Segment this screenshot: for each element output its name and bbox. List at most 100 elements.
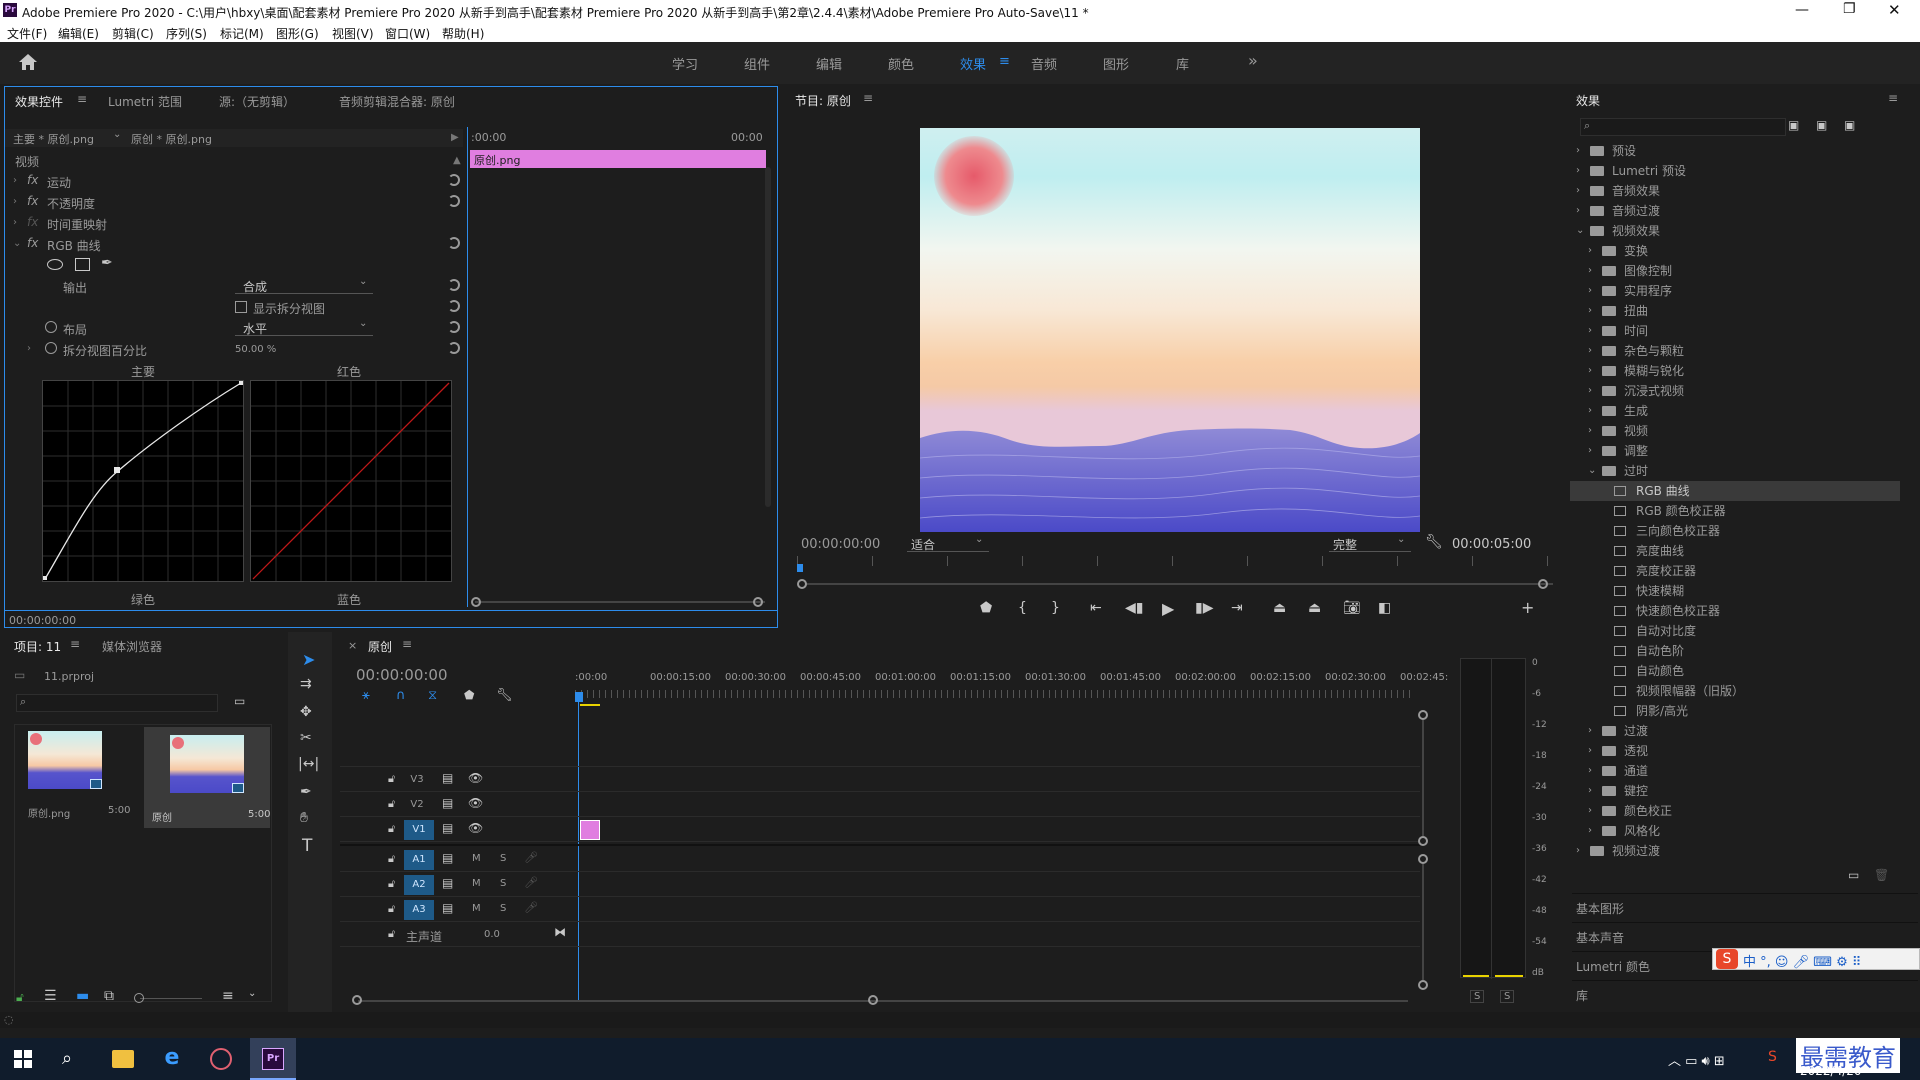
ellipse-mask-icon[interactable]	[47, 259, 63, 270]
scroll-handle-icon[interactable]	[1418, 836, 1428, 846]
effects-folder[interactable]: › 风格化	[1570, 821, 1900, 841]
lock-icon[interactable]: 🔓︎	[388, 772, 395, 786]
camera-icon[interactable]: 📷︎	[1343, 600, 1361, 616]
expand-opacity-icon[interactable]: ›	[13, 196, 17, 207]
split-pct-value[interactable]: 50.00 %	[235, 344, 276, 355]
program-playhead-ruler[interactable]	[797, 556, 1553, 566]
lock-icon[interactable]: 🔓︎	[388, 927, 395, 941]
tab-source[interactable]: 源:（无剪辑）	[219, 93, 295, 110]
lock-icon[interactable]: 🔓︎	[388, 902, 395, 916]
snap-icon[interactable]: ∩	[396, 688, 406, 703]
chevron-right-icon[interactable]: ›	[1588, 241, 1592, 261]
effects-folder[interactable]: › 音频效果	[1570, 181, 1900, 201]
project-item[interactable]: 原创.png 5:00	[16, 727, 130, 822]
master-track-value[interactable]: 0.0	[484, 929, 500, 940]
chevron-down-icon[interactable]: ⌄	[248, 988, 256, 999]
hand-tool-icon[interactable]: ✋︎	[300, 810, 308, 826]
sort-icon[interactable]: ≡	[222, 988, 234, 1004]
menu-help[interactable]: 帮助(H)	[442, 25, 484, 42]
effects-folder[interactable]: › 杂色与颗粒	[1570, 341, 1900, 361]
effects-folder[interactable]: ⌄ 过时	[1570, 461, 1900, 481]
solo-button[interactable]: S	[500, 878, 506, 889]
menu-window[interactable]: 窗口(W)	[385, 25, 430, 42]
chevron-right-icon[interactable]: ›	[1588, 741, 1592, 761]
effects-folder[interactable]: › 过渡	[1570, 721, 1900, 741]
expand-motion-icon[interactable]: ›	[13, 175, 17, 186]
program-title[interactable]: 节目: 原创	[795, 92, 851, 109]
sync-lock-icon[interactable]: ▤	[442, 851, 453, 865]
chevron-down-icon[interactable]: ⌄	[113, 129, 121, 140]
video-track-v3[interactable]: 🔓︎ V3 ▤ 👁︎	[340, 768, 1420, 792]
reset-opacity-icon[interactable]	[448, 195, 460, 207]
solo-button[interactable]: S	[500, 853, 506, 864]
reset-rgb-curves-icon[interactable]	[448, 237, 460, 249]
program-scrollbar[interactable]	[805, 583, 1553, 585]
solo-left-button[interactable]: S	[1470, 990, 1485, 1003]
reset-split-view-icon[interactable]	[448, 300, 460, 312]
playhead-marker[interactable]	[575, 692, 583, 702]
video-track-v1[interactable]: 🔓︎ V1 ▤ 👁︎	[340, 818, 1420, 842]
timeline-clip[interactable]	[580, 820, 600, 840]
windows-start-icon[interactable]	[14, 1050, 32, 1068]
reset-output-icon[interactable]	[448, 279, 460, 291]
panel-menu-icon[interactable]: ≡	[70, 637, 80, 651]
sequence-clip-label[interactable]: 原创 * 原创.png	[131, 131, 212, 147]
workspace-graphics[interactable]: 图形	[1103, 54, 1129, 73]
chevron-right-icon[interactable]: ›	[1588, 361, 1592, 381]
extract-icon[interactable]: ⏏	[1308, 600, 1321, 616]
ec-timecode[interactable]: 00:00:00:00	[9, 614, 76, 627]
master-curve-graph[interactable]	[42, 380, 244, 582]
panel-libraries[interactable]: 库	[1572, 980, 1918, 1009]
chevron-right-icon[interactable]: ›	[1588, 321, 1592, 341]
red-curve-graph[interactable]	[250, 380, 452, 582]
ec-zoom-scroll[interactable]	[475, 601, 765, 603]
chevron-right-icon[interactable]: ›	[1576, 141, 1580, 161]
program-video-frame[interactable]	[920, 128, 1420, 532]
effects-item[interactable]: RGB 颜色校正器	[1570, 501, 1900, 521]
lock-icon[interactable]: 🔓︎	[388, 822, 395, 836]
project-item-selected[interactable]: 原创 5:00	[144, 727, 270, 828]
effects-item[interactable]: 亮度校正器	[1570, 561, 1900, 581]
lock-icon[interactable]: 🔓︎	[388, 877, 395, 891]
rectangle-mask-icon[interactable]	[75, 258, 90, 271]
expand-time-remap-icon[interactable]: ›	[13, 217, 17, 228]
new-custom-bin-icon[interactable]: ▭	[1848, 868, 1859, 882]
menu-edit[interactable]: 编辑(E)	[58, 25, 99, 42]
master-clip-label[interactable]: 主要 * 原创.png	[13, 131, 94, 147]
chevron-right-icon[interactable]: ›	[1588, 801, 1592, 821]
panel-essential-sound[interactable]: 基本声音	[1572, 922, 1918, 951]
tab-project[interactable]: 项目: 11	[14, 638, 61, 655]
mute-button[interactable]: M	[472, 853, 481, 864]
ripple-edit-tool-icon[interactable]: ✥	[300, 704, 312, 720]
nest-icon[interactable]: ⚹	[362, 688, 370, 703]
chevron-right-icon[interactable]: ›	[1588, 781, 1592, 801]
tray-icons[interactable]: ︿ ▭ 🔊︎ ⊞	[1668, 1050, 1725, 1069]
chevron-right-icon[interactable]: ›	[1588, 761, 1592, 781]
chevron-right-icon[interactable]: ›	[1588, 401, 1592, 421]
linked-selection-icon[interactable]: ⧖	[428, 688, 437, 703]
more-workspaces-icon[interactable]: »	[1248, 51, 1258, 70]
effects-item[interactable]: 三向颜色校正器	[1570, 521, 1900, 541]
effect-motion[interactable]: 运动	[47, 174, 71, 191]
fx-badge-icon[interactable]: fx	[27, 236, 38, 250]
effects-item[interactable]: 视频限幅器（旧版）	[1570, 681, 1900, 701]
effects-folder[interactable]: › 键控	[1570, 781, 1900, 801]
lock-icon[interactable]: 🔓︎	[388, 797, 395, 811]
razor-tool-icon[interactable]: ✂	[300, 730, 312, 746]
wrench-icon[interactable]: 🔧︎	[1425, 534, 1443, 550]
delete-icon[interactable]: 🗑︎	[1874, 868, 1889, 882]
pen-tool-icon[interactable]: ✒	[300, 784, 312, 800]
panel-menu-icon[interactable]: ≡	[77, 92, 87, 106]
effect-time-remap[interactable]: 时间重映射	[47, 216, 107, 233]
comparison-view-icon[interactable]: ◧	[1378, 600, 1391, 616]
effects-folder[interactable]: › 实用程序	[1570, 281, 1900, 301]
mute-button[interactable]: M	[472, 878, 481, 889]
reset-split-pct-icon[interactable]	[448, 342, 460, 354]
solo-button[interactable]: S	[500, 903, 506, 914]
chevron-right-icon[interactable]: ›	[1588, 381, 1592, 401]
chevron-right-icon[interactable]: ›	[1576, 201, 1580, 221]
close-tab-icon[interactable]: ×	[348, 639, 357, 652]
scroll-handle-icon[interactable]	[797, 579, 807, 589]
effects-item[interactable]: 快速模糊	[1570, 581, 1900, 601]
track-label-v1[interactable]: V1	[404, 820, 434, 840]
